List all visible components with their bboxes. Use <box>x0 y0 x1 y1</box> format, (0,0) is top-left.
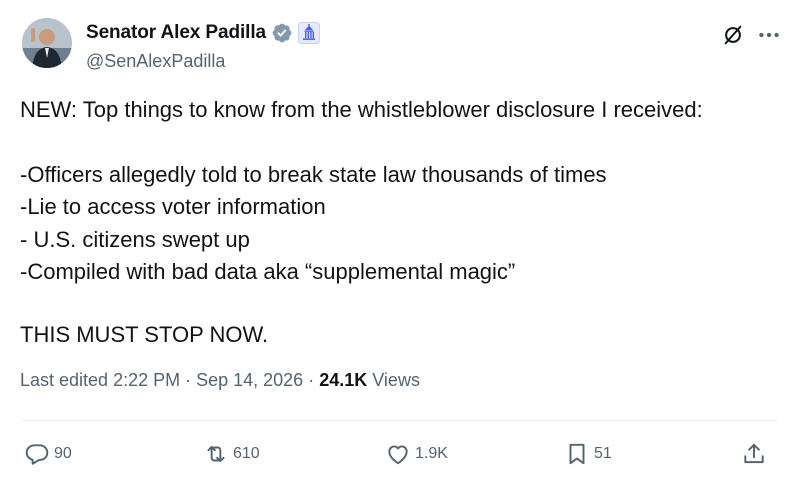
post-text-line: NEW: Top things to know from the whistle… <box>20 97 703 122</box>
avatar[interactable] <box>22 18 72 68</box>
post-text-line: -Lie to access voter information <box>20 194 326 219</box>
grok-icon[interactable] <box>722 24 744 46</box>
like-count: 1.9K <box>415 445 448 462</box>
bookmark-count: 51 <box>594 445 612 462</box>
repost-count: 610 <box>233 445 260 462</box>
government-building-icon <box>297 22 320 44</box>
verified-badge-icon <box>272 23 292 43</box>
reply-button[interactable]: 90 <box>24 440 72 468</box>
divider <box>20 420 778 421</box>
share-icon <box>744 443 764 464</box>
post-meta: Last edited 2:22 PM · Sep 14, 2026 · 24.… <box>20 370 420 391</box>
more-icon[interactable] <box>756 22 782 48</box>
post-header: Senator Alex Padilla @SenAlexPadilla <box>20 14 782 76</box>
post-text-line: -Officers allegedly told to break state … <box>20 162 607 187</box>
post-text-line: THIS MUST STOP NOW. <box>20 322 269 347</box>
reply-icon <box>25 444 49 465</box>
author-name[interactable]: Senator Alex Padilla <box>86 22 266 44</box>
views-label: Views <box>367 370 420 390</box>
bookmark-icon <box>569 443 585 465</box>
post-text-line: -Compiled with bad data aka “supplementa… <box>20 259 516 284</box>
share-button[interactable] <box>741 440 767 468</box>
post-text-line: - U.S. citizens swept up <box>20 227 250 252</box>
like-button[interactable]: 1.9K <box>385 440 448 468</box>
repost-button[interactable]: 610 <box>203 440 260 468</box>
reply-count: 90 <box>54 445 72 462</box>
like-icon <box>388 445 408 465</box>
author-handle[interactable]: @SenAlexPadilla <box>86 51 225 72</box>
edited-timestamp[interactable]: Last edited 2:22 PM · Sep 14, 2026 · <box>20 370 319 390</box>
views-count: 24.1K <box>319 370 368 390</box>
repost-icon <box>207 445 225 463</box>
bookmark-button[interactable]: 51 <box>564 440 612 468</box>
